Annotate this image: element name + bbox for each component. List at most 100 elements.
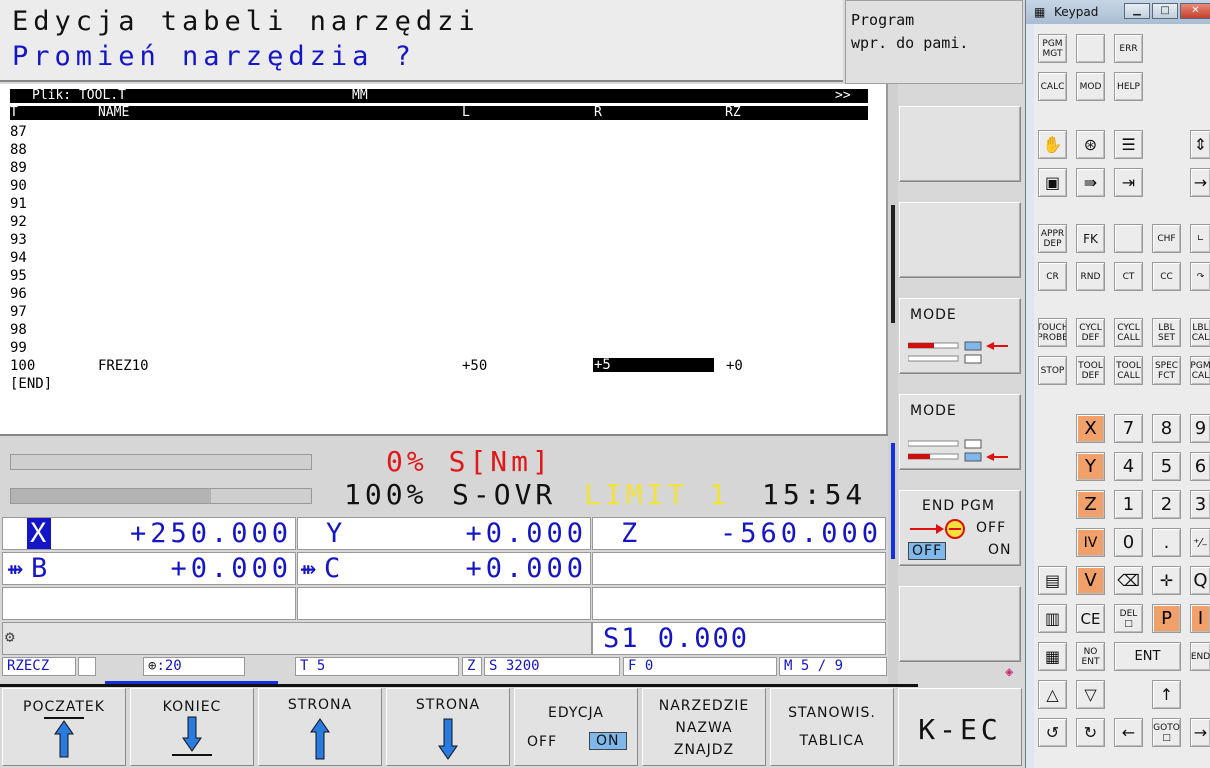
digit-7-key[interactable]: 7 bbox=[1114, 414, 1143, 443]
rotate-left-icon[interactable]: ↺ bbox=[1038, 718, 1067, 747]
digit-6-key[interactable]: 6 bbox=[1190, 452, 1210, 481]
screen-split-icon[interactable]: ▥ bbox=[1038, 604, 1067, 633]
digit-0-key[interactable]: 0 bbox=[1114, 528, 1143, 557]
maximize-button[interactable]: □ bbox=[1152, 3, 1178, 19]
mode-softkey-2[interactable]: MODE bbox=[899, 394, 1021, 470]
tool-find-label: NARZEDZIE bbox=[658, 698, 750, 714]
axis-iv-key[interactable]: IV bbox=[1076, 528, 1105, 557]
cycl-def-key[interactable]: CYCL DEF bbox=[1076, 318, 1105, 347]
digit-4-key[interactable]: 4 bbox=[1114, 452, 1143, 481]
appr-dep-key[interactable]: APPR DEP bbox=[1038, 224, 1067, 253]
handwheel-icon[interactable]: ⊛ bbox=[1076, 130, 1105, 159]
mod-key[interactable]: MOD bbox=[1076, 72, 1105, 101]
program-edit-icon[interactable]: → bbox=[1190, 168, 1210, 197]
cursor-up-icon[interactable]: ↑ bbox=[1152, 680, 1181, 709]
positioning-mdi-icon[interactable]: ▣ bbox=[1038, 168, 1067, 197]
program-run-single-icon[interactable]: ⇛ bbox=[1076, 168, 1105, 197]
page-down-softkey[interactable]: STRONA bbox=[386, 688, 510, 766]
manual-hand-icon[interactable]: ✋ bbox=[1038, 130, 1067, 159]
diamond-icon: ◈ bbox=[1005, 664, 1014, 680]
axis-z-label: Z bbox=[621, 518, 640, 549]
cursor-right-icon[interactable]: → bbox=[1190, 718, 1210, 747]
ent-key[interactable]: ENT bbox=[1114, 642, 1181, 671]
pgm-mgt-key[interactable]: PGM MGT bbox=[1038, 34, 1067, 63]
start-softkey[interactable]: POCZATEK bbox=[2, 688, 126, 766]
fk-key[interactable]: FK bbox=[1076, 224, 1105, 253]
lbl-call-key[interactable]: LBL CAL bbox=[1190, 318, 1210, 347]
backspace-icon[interactable]: ⌫ bbox=[1114, 566, 1143, 595]
row-l: +50 bbox=[462, 358, 488, 374]
digit-2-key[interactable]: 2 bbox=[1152, 490, 1181, 519]
screen-switch-icon[interactable]: ▦ bbox=[1038, 642, 1067, 671]
arrow-down-small-icon[interactable]: ▽ bbox=[1076, 680, 1105, 709]
page-up-softkey[interactable]: STRONA bbox=[258, 688, 382, 766]
calc-key[interactable]: CALC bbox=[1038, 72, 1067, 101]
softkey-right-6[interactable] bbox=[899, 586, 1021, 662]
blank-key[interactable] bbox=[1076, 34, 1105, 63]
program-test-icon[interactable]: ⇕ bbox=[1190, 130, 1210, 159]
rnd-key[interactable]: RND bbox=[1076, 262, 1105, 291]
chf-key[interactable]: CHF bbox=[1152, 224, 1181, 253]
pgm-call-key[interactable]: PGM CAL bbox=[1190, 356, 1210, 385]
line-key-icon[interactable]: ∟ bbox=[1190, 224, 1210, 253]
rotate-right-icon[interactable]: ↻ bbox=[1076, 718, 1105, 747]
axis-y-key[interactable]: Y bbox=[1076, 452, 1105, 481]
single-block-icon[interactable]: ☰ bbox=[1114, 130, 1143, 159]
cycl-call-key[interactable]: CYCL CALL bbox=[1114, 318, 1143, 347]
ce-key[interactable]: CE bbox=[1076, 604, 1105, 633]
tool-name-find-softkey[interactable]: NARZEDZIE NAZWA ZNAJDZ bbox=[642, 688, 766, 766]
no-ent-key[interactable]: NO ENT bbox=[1076, 642, 1105, 671]
decimal-point-key[interactable]: . bbox=[1152, 528, 1181, 557]
q-key[interactable]: Q bbox=[1190, 566, 1210, 595]
actual-position-icon[interactable]: ✛ bbox=[1152, 566, 1181, 595]
row-r-active-cell[interactable]: +5 bbox=[593, 358, 714, 372]
digit-8-key[interactable]: 8 bbox=[1152, 414, 1181, 443]
axis-v-key[interactable]: V bbox=[1076, 566, 1105, 595]
spec-fct-key[interactable]: SPEC FCT bbox=[1152, 356, 1181, 385]
touch-probe-key[interactable]: TOUCHPROBE bbox=[1038, 318, 1067, 347]
program-run-full-icon[interactable]: ⇥ bbox=[1114, 168, 1143, 197]
cr-key[interactable]: CR bbox=[1038, 262, 1067, 291]
help-key[interactable]: HELP bbox=[1114, 72, 1143, 101]
end-pgm-softkey[interactable]: END PGM OFF OFF ON bbox=[899, 490, 1021, 566]
p-key[interactable]: P bbox=[1152, 604, 1181, 633]
mode-softkey-1[interactable]: MODE bbox=[899, 298, 1021, 374]
blank-key[interactable] bbox=[1114, 224, 1143, 253]
stop-key[interactable]: STOP bbox=[1038, 356, 1067, 385]
i-key[interactable]: I bbox=[1190, 604, 1210, 633]
k-ec-softkey[interactable]: K-EC bbox=[898, 688, 1022, 766]
end-key[interactable]: END bbox=[1190, 642, 1210, 671]
circle-key-icon[interactable]: ↷ bbox=[1190, 262, 1210, 291]
digit-1-key[interactable]: 1 bbox=[1114, 490, 1143, 519]
arrow-up-small-icon[interactable]: △ bbox=[1038, 680, 1067, 709]
digit-5-key[interactable]: 5 bbox=[1152, 452, 1181, 481]
ct-key[interactable]: CT bbox=[1114, 262, 1143, 291]
lbl-set-key[interactable]: LBL SET bbox=[1152, 318, 1181, 347]
close-button[interactable]: ✕ bbox=[1180, 3, 1210, 19]
position-empty bbox=[592, 552, 886, 585]
plus-minus-key[interactable]: ⁺⁄₋ bbox=[1190, 528, 1210, 557]
axis-x-key[interactable]: X bbox=[1076, 414, 1105, 443]
goto-key[interactable]: GOTO □ bbox=[1152, 718, 1181, 747]
err-key[interactable]: ERR bbox=[1114, 34, 1143, 63]
end-softkey[interactable]: KONIEC bbox=[130, 688, 254, 766]
cc-key[interactable]: CC bbox=[1152, 262, 1181, 291]
station-table-softkey[interactable]: STANOWIS. TABLICA bbox=[770, 688, 894, 766]
del-key[interactable]: DEL □ bbox=[1114, 604, 1143, 633]
screen-layout-icon[interactable]: ▤ bbox=[1038, 566, 1067, 595]
table-row-selected[interactable]: 100 FREZ10 +50 +5 +0 bbox=[10, 358, 868, 374]
edit-toggle-softkey[interactable]: EDYCJA OFF ON bbox=[514, 688, 638, 766]
keypad-window: ▦ Keypad ▁ □ ✕ PGM MGT ERR CALC MOD HELP … bbox=[1025, 0, 1210, 768]
axis-z-key[interactable]: Z bbox=[1076, 490, 1105, 519]
tool-call-key[interactable]: TOOL CALL bbox=[1114, 356, 1143, 385]
tool-table[interactable]: Plik: TOOL.T MM >> T NAME L R RZ 87 88 8… bbox=[0, 84, 888, 434]
tool-def-key[interactable]: TOOL DEF bbox=[1076, 356, 1105, 385]
key-label: ENT bbox=[1081, 656, 1100, 667]
cursor-left-icon[interactable]: ← bbox=[1114, 718, 1143, 747]
softkey-right-2[interactable] bbox=[899, 202, 1021, 278]
digit-3-key[interactable]: 3 bbox=[1190, 490, 1210, 519]
digit-9-key[interactable]: 9 bbox=[1190, 414, 1210, 443]
softkey-right-1[interactable] bbox=[899, 106, 1021, 182]
keypad-titlebar[interactable]: ▦ Keypad ▁ □ ✕ bbox=[1026, 0, 1210, 24]
minimize-button[interactable]: ▁ bbox=[1124, 3, 1150, 19]
